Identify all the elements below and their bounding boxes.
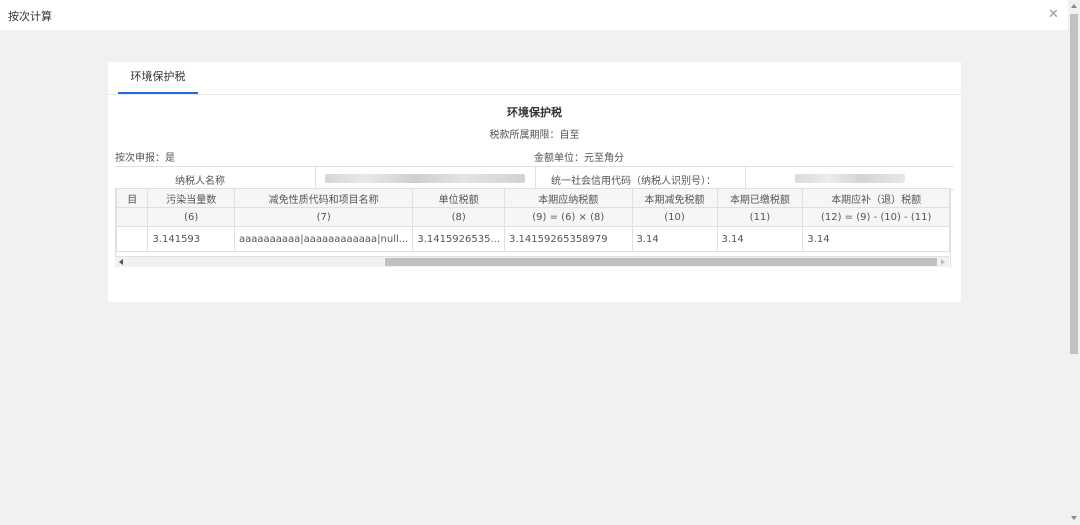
taxpayer-info-row: 纳税人名称 统一社会信用代码（纳税人识别号）： — [115, 166, 954, 190]
index-cell: (12) = (9) - (10) - (11) — [802, 207, 950, 227]
table-cell[interactable]: 3.14 — [802, 226, 950, 252]
index-cell: (6) — [147, 207, 235, 227]
scroll-up-icon[interactable] — [1071, 4, 1077, 8]
credit-code-label: 统一社会信用代码（纳税人识别号）： — [551, 176, 716, 187]
index-cell: (11) — [716, 207, 804, 227]
tab-environmental-tax[interactable]: 环境保护税 — [118, 62, 198, 94]
table-header-row: 目 污染当量数 减免性质代码和项目名称 单位税额 本期应纳税额 本期减免税额 本… — [116, 188, 950, 208]
scroll-down-icon[interactable] — [1071, 516, 1077, 520]
table-row[interactable]: 3.141593 aaaaaaaaaa|aaaaaaaaaaaa|null...… — [116, 226, 950, 252]
form-title: 环境保护税 — [507, 106, 562, 119]
form-panel: 环境保护税 环境保护税 税款所属期限：自至 按次申报：是 金额单位：元至角分 纳… — [108, 62, 961, 302]
index-cell — [116, 207, 149, 227]
horizontal-scroll-thumb[interactable] — [385, 258, 937, 266]
dialog-header: 按次计算 ✕ — [0, 0, 1068, 30]
table-cell[interactable]: 3.14159265358979 — [504, 226, 633, 252]
amount-unit: 金额单位：元至角分 — [534, 153, 624, 164]
index-cell: (7) — [233, 207, 414, 227]
column-header: 本期应补（退）税额 — [802, 188, 950, 208]
vertical-scrollbar[interactable] — [1068, 0, 1080, 525]
column-header: 本期已缴税额 — [716, 188, 804, 208]
scroll-left-icon[interactable] — [119, 259, 123, 265]
column-header: 本期应纳税额 — [504, 188, 633, 208]
close-icon[interactable]: ✕ — [1048, 8, 1060, 21]
divider — [315, 167, 316, 189]
table-index-row: (6) (7) (8) (9) = (6) × (8) (10) (11) (1… — [116, 207, 950, 227]
table-cell[interactable]: 3.141593 — [147, 226, 235, 252]
column-header: 单位税额 — [412, 188, 506, 208]
credit-code-value-redacted — [795, 174, 905, 183]
column-header: 目 — [116, 188, 149, 208]
column-header: 本期减免税额 — [631, 188, 718, 208]
scroll-right-icon[interactable] — [941, 259, 945, 265]
table-cell[interactable] — [116, 226, 149, 252]
index-cell: (8) — [412, 207, 506, 227]
tax-period: 税款所属期限：自至 — [489, 130, 580, 141]
dialog-title: 按次计算 — [8, 10, 52, 23]
taxpayer-name-value-redacted — [325, 174, 525, 183]
column-header: 污染当量数 — [147, 188, 235, 208]
table-cell[interactable]: 3.14 — [716, 226, 804, 252]
tab-strip: 环境保护税 — [108, 62, 961, 95]
index-cell: (10) — [631, 207, 718, 227]
vertical-scroll-thumb[interactable] — [1070, 14, 1078, 354]
tax-table: 目 污染当量数 减免性质代码和项目名称 单位税额 本期应纳税额 本期减免税额 本… — [116, 188, 950, 252]
column-header: 减免性质代码和项目名称 — [233, 188, 414, 208]
per-filing-flag: 按次申报：是 — [115, 153, 175, 164]
dialog-body: 环境保护税 环境保护税 税款所属期限：自至 按次申报：是 金额单位：元至角分 纳… — [0, 30, 1068, 525]
table-cell[interactable]: aaaaaaaaaa|aaaaaaaaaaaa|null... — [233, 226, 414, 252]
table-cell[interactable]: 3.1415926535... — [412, 226, 506, 252]
index-cell: (9) = (6) × (8) — [504, 207, 633, 227]
divider — [745, 167, 746, 189]
table-cell[interactable]: 3.14 — [631, 226, 718, 252]
taxpayer-name-label: 纳税人名称 — [175, 176, 225, 187]
horizontal-scrollbar[interactable] — [115, 256, 949, 267]
divider — [535, 167, 536, 189]
